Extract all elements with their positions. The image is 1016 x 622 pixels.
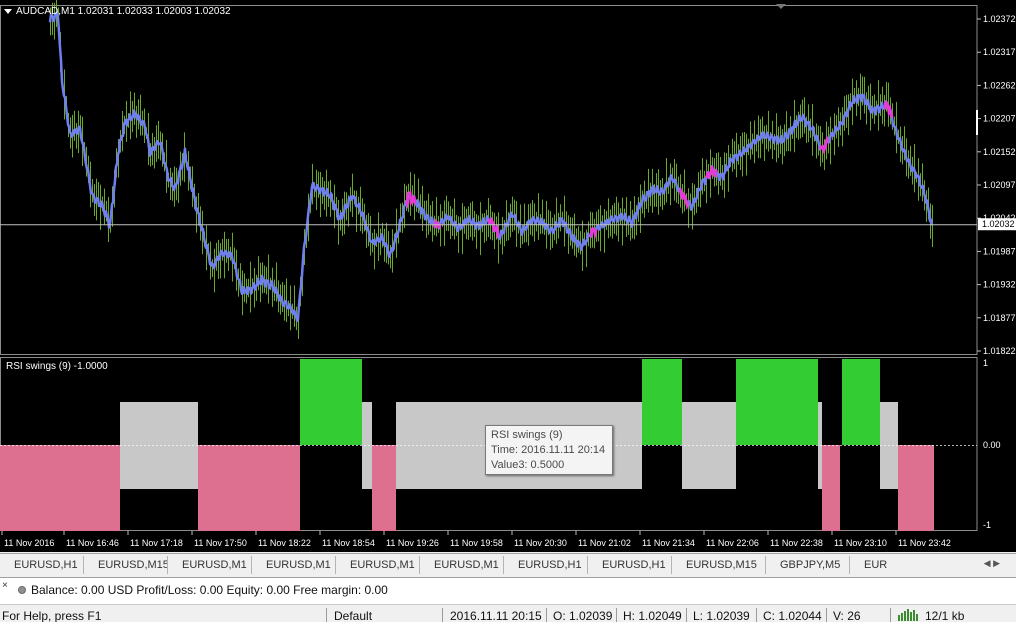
tooltip-line-2: Time: 2016.11.11 20:14	[491, 444, 606, 456]
tab-eurusd-m1[interactable]: EURUSD,M1	[252, 556, 336, 574]
status-close: C: 1.02044	[763, 609, 822, 622]
status-high: H: 1.02049	[623, 609, 682, 622]
time-axis-label: 11 Nov 23:10	[834, 538, 887, 548]
status-profile: Default	[334, 609, 373, 622]
price-axis-label: 1.01877	[983, 313, 1016, 323]
tooltip-line-3: Value3: 0.5000	[491, 459, 565, 471]
time-axis-label: 11 Nov 18:54	[322, 538, 375, 548]
status-divider	[826, 608, 827, 622]
status-divider	[686, 608, 687, 622]
tab-eur[interactable]: EUR	[850, 556, 900, 574]
indicator-tooltip: RSI swings (9) Time: 2016.11.11 20:14 Va…	[485, 425, 613, 475]
status-divider	[442, 608, 443, 622]
tab-eurusd-h1[interactable]: EURUSD,H1	[0, 556, 84, 574]
chart-window[interactable]: 1.02372 1.02317 1.02262 1.02207 1.02152 1.020…	[0, 0, 1016, 552]
account-status-icon	[18, 586, 26, 594]
time-axis-label: 11 Nov 17:18	[130, 538, 183, 548]
price-axis-label: 1.02317	[983, 47, 1016, 57]
time-axis-label: 11 Nov 22:06	[706, 538, 759, 548]
indicator-axis-label: 1	[983, 358, 988, 368]
terminal-panel: × Balance: 0.00 USD Profit/Loss: 0.00 Eq…	[0, 577, 1016, 605]
chart-shift-marker-icon	[776, 4, 786, 9]
price-axis-label: 1.02097	[983, 180, 1016, 190]
tab-gbpjpy-m5[interactable]: GBPJPY,M5	[766, 556, 850, 574]
rsi-swing-block	[898, 445, 934, 531]
price-axis-label: 1.02207	[983, 114, 1016, 124]
price-axis-label: 1.01822	[983, 346, 1016, 356]
price-axis-label: 1.02262	[983, 80, 1016, 90]
time-axis-label: 11 Nov 2016	[4, 538, 54, 548]
time-axis-label: 11 Nov 19:58	[450, 538, 503, 548]
time-axis-label: 11 Nov 18:22	[258, 538, 311, 548]
price-axis-label: 1.01987	[983, 246, 1016, 256]
account-balance-summary: Balance: 0.00 USD Profit/Loss: 0.00 Equi…	[31, 583, 388, 597]
time-axis-label: 11 Nov 16:46	[66, 538, 119, 548]
price-axis-label: 1.02152	[983, 147, 1016, 157]
chart-tab-bar: EURUSD,H1 EURUSD,M15 EURUSD,M1 EURUSD,M1…	[0, 553, 1016, 575]
tooltip-line-1: RSI swings (9)	[491, 429, 563, 441]
status-divider	[326, 608, 327, 622]
status-volume: V: 26	[833, 609, 861, 622]
tab-eurusd-m1[interactable]: EURUSD,M1	[336, 556, 420, 574]
time-axis-label: 11 Nov 21:02	[578, 538, 631, 548]
connection-bars-icon	[898, 609, 918, 621]
tab-scroll-arrows-icon[interactable]: ◀ ▶	[984, 558, 1000, 569]
time-axis-label: 11 Nov 19:26	[386, 538, 439, 548]
time-axis-label: 11 Nov 20:30	[514, 538, 567, 548]
tab-eurusd-h1[interactable]: EURUSD,H1	[504, 556, 588, 574]
chart-symbol-header: AUDCAD,M1 1.02031 1.02033 1.02003 1.0203…	[4, 6, 231, 17]
time-axis-label: 11 Nov 21:34	[642, 538, 695, 548]
close-icon[interactable]: ×	[2, 580, 8, 591]
current-price-tag-label: 1.02032	[982, 219, 1015, 229]
rsi-swing-block	[842, 359, 880, 445]
indicator-header: RSI swings (9) -1.0000	[6, 361, 108, 372]
price-bars	[50, 0, 933, 339]
rsi-swing-block	[0, 445, 120, 531]
status-divider	[756, 608, 757, 622]
time-axis-label: 11 Nov 23:42	[898, 538, 951, 548]
rsi-swing-block	[642, 359, 682, 445]
indicator-axis-label: -1	[983, 520, 991, 530]
tab-eurusd-m1[interactable]: EURUSD,M1	[168, 556, 252, 574]
status-help: For Help, press F1	[2, 609, 102, 622]
status-low: L: 1.02039	[693, 609, 750, 622]
status-connection: 12/1 kb	[925, 609, 965, 622]
status-bar: For Help, press F1 Default 2016.11.11 20…	[0, 606, 1016, 622]
price-line	[48, 10, 934, 323]
rsi-swing-block	[362, 402, 372, 489]
rsi-swing-block	[300, 359, 362, 445]
status-divider	[616, 608, 617, 622]
indicator-axis-label: 0.00	[983, 440, 1001, 450]
rsi-swing-block	[120, 402, 198, 489]
rsi-swing-block	[198, 445, 300, 531]
status-datetime: 2016.11.11 20:15	[450, 609, 542, 622]
tab-eurusd-m1[interactable]: EURUSD,M1	[420, 556, 504, 574]
tab-eurusd-m15[interactable]: EURUSD,M15	[84, 556, 168, 574]
tab-eurusd-h1[interactable]: EURUSD,H1	[588, 556, 672, 574]
status-divider	[546, 608, 547, 622]
menu-triangle-icon[interactable]	[4, 8, 12, 14]
rsi-swing-block	[822, 445, 840, 531]
rsi-swing-block	[736, 359, 818, 445]
time-axis-label: 11 Nov 22:38	[770, 538, 823, 548]
main-chart-frame	[0, 5, 978, 355]
tab-eurusd-m15[interactable]: EURUSD,M15	[672, 556, 766, 574]
chart-header-text: AUDCAD,M1 1.02031 1.02033 1.02003 1.0203…	[16, 6, 231, 17]
time-axis-label: 11 Nov 17:50	[194, 538, 247, 548]
price-axis-label: 1.01932	[983, 280, 1016, 290]
price-axis-label: 1.02372	[983, 14, 1016, 24]
rsi-swing-block	[372, 445, 396, 531]
status-divider	[890, 608, 891, 622]
status-open: O: 1.02039	[553, 609, 613, 622]
